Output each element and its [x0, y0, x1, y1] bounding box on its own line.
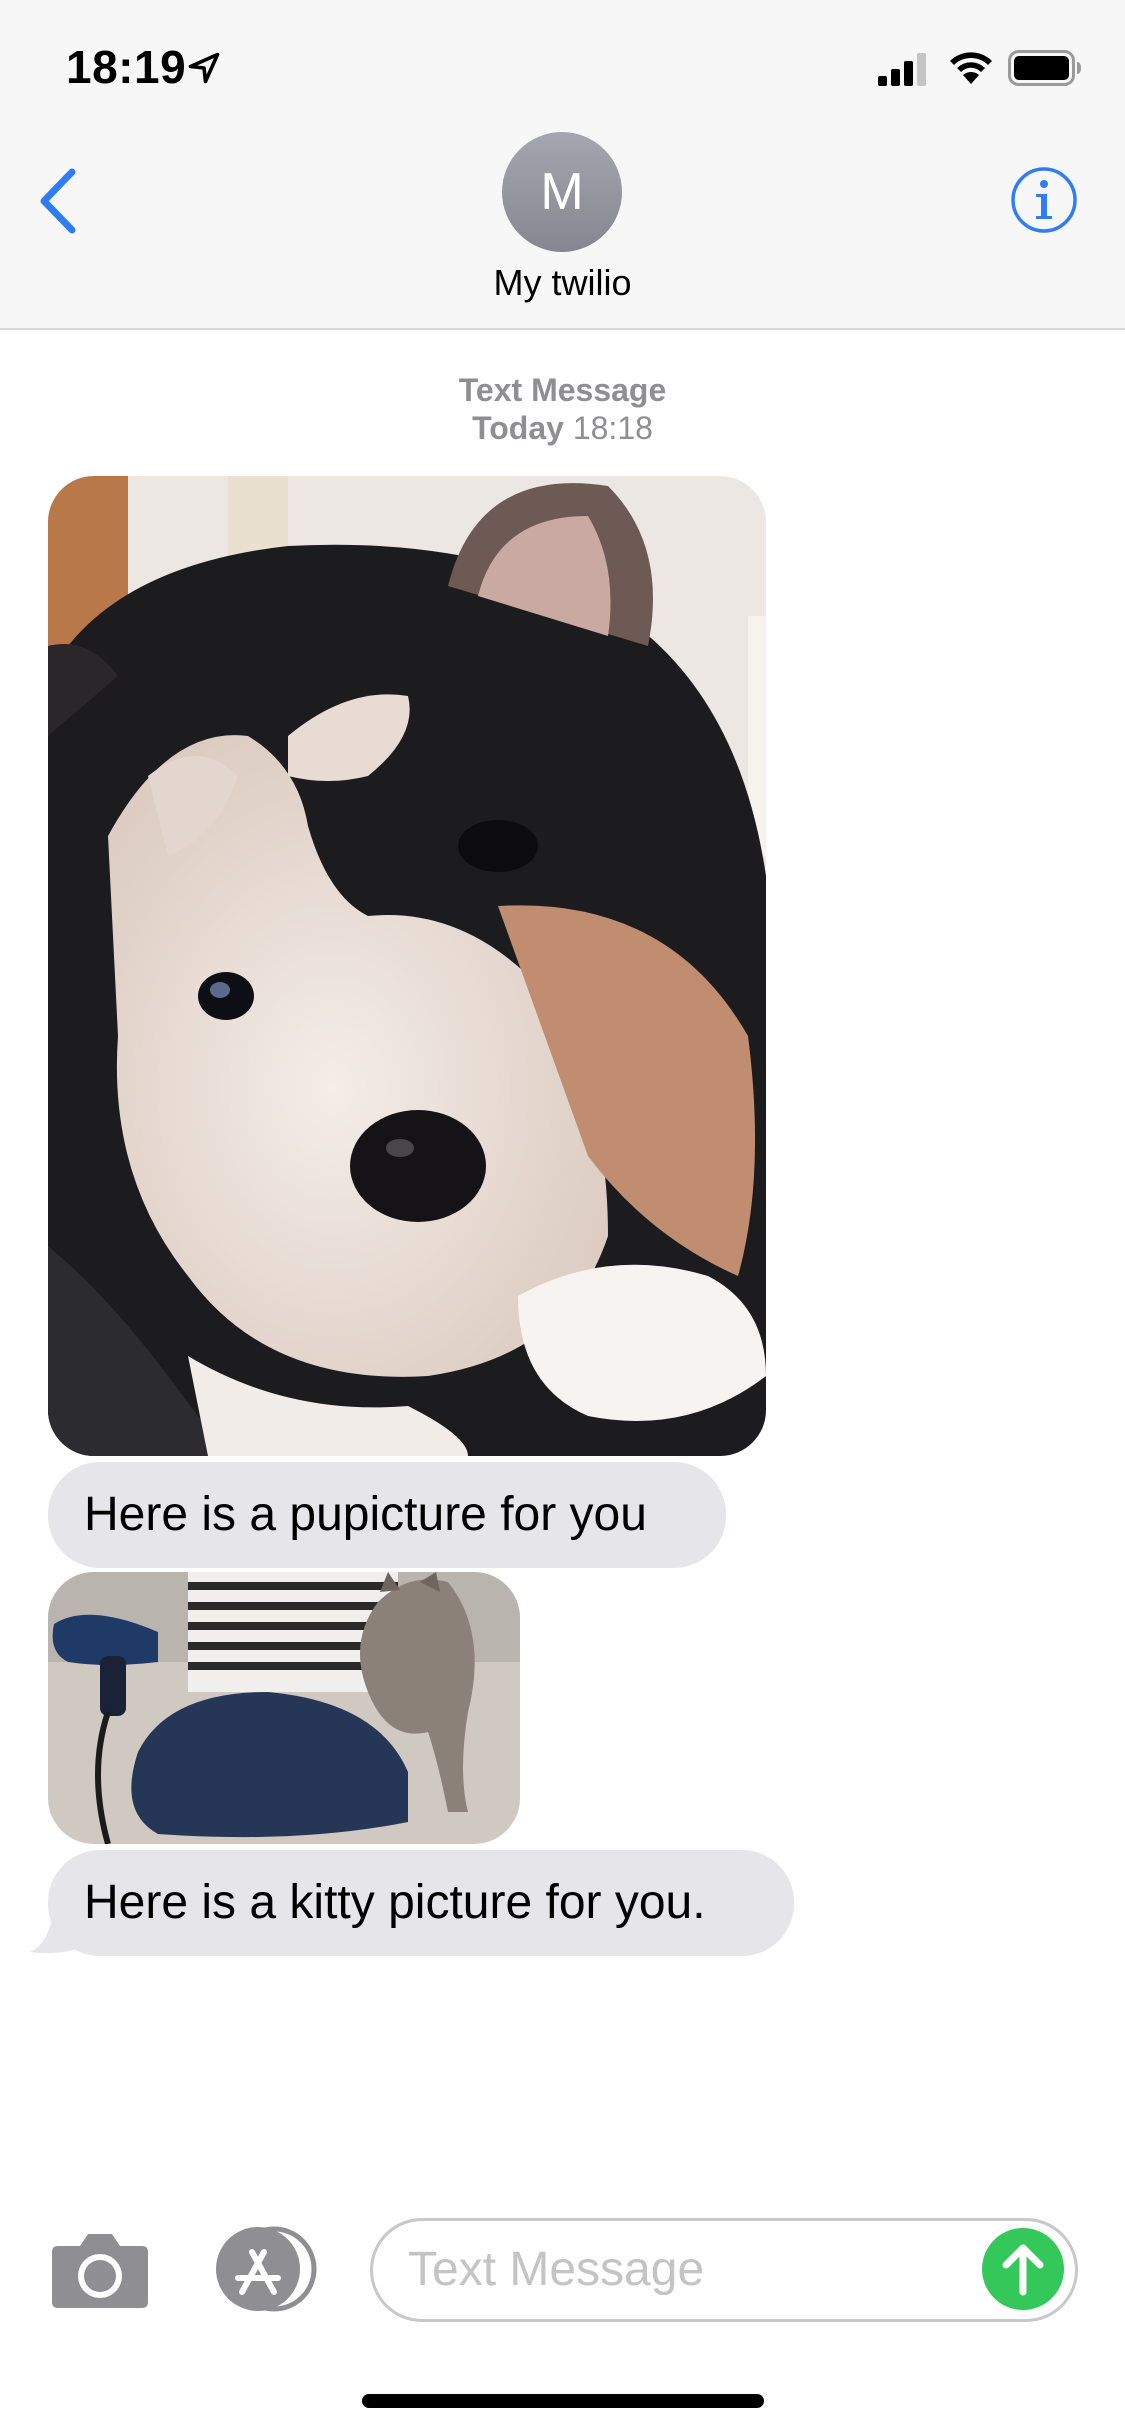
- send-arrow-icon[interactable]: [982, 2228, 1064, 2310]
- app-store-icon[interactable]: [208, 2226, 318, 2312]
- battery-icon: [1008, 50, 1081, 86]
- contact-name[interactable]: My twilio: [0, 262, 1125, 304]
- day-label: Today: [472, 410, 564, 446]
- back-chevron-icon[interactable]: [36, 166, 80, 236]
- info-icon[interactable]: [1010, 166, 1078, 234]
- status-time: 18:19: [66, 41, 187, 93]
- message-bubble-received[interactable]: Here is a kitty picture for you.: [48, 1850, 794, 1956]
- contact-avatar[interactable]: M: [502, 132, 622, 252]
- puppy-photo-icon: [48, 476, 766, 1456]
- message-bubble-received[interactable]: Here is a pupicture for you: [48, 1462, 726, 1568]
- puppy-photo-message[interactable]: [48, 476, 766, 1456]
- kitty-photo-message[interactable]: [48, 1572, 520, 1844]
- camera-icon[interactable]: [50, 2232, 150, 2308]
- kitty-photo-icon: [48, 1572, 520, 1844]
- message-timestamp: Today 18:18: [0, 410, 1125, 447]
- wifi-icon: [950, 52, 992, 84]
- location-arrow-icon: [188, 52, 220, 84]
- message-input-placeholder: Text Message: [408, 2243, 705, 2296]
- home-indicator: [362, 2394, 764, 2408]
- time-label: 18:18: [572, 410, 653, 446]
- cellular-signal-icon: [878, 53, 926, 86]
- service-label: Text Message: [458, 372, 667, 408]
